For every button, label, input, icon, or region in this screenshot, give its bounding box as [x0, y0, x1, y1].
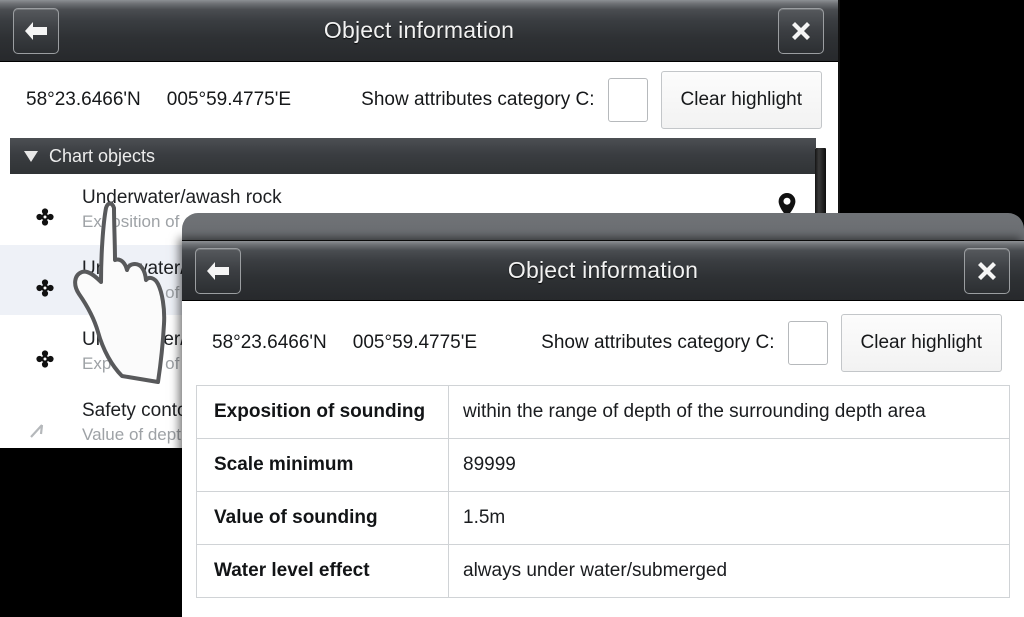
back-window-title: Object information: [323, 17, 515, 43]
list-item-title: Underwater/awash rock: [82, 186, 282, 208]
latitude-value: 58°23.6466'N: [26, 89, 141, 110]
rock-symbol-icon: [8, 262, 82, 298]
close-icon: [788, 18, 814, 44]
triangle-down-icon: [24, 150, 38, 162]
contour-line-icon: [8, 402, 82, 442]
attribute-key: Scale minimum: [197, 439, 449, 491]
close-button[interactable]: [964, 247, 1010, 294]
chart-objects-section-header[interactable]: Chart objects: [10, 138, 816, 174]
rock-symbol-icon: [8, 191, 82, 227]
attribute-key: Exposition of sounding: [197, 386, 449, 438]
show-attributes-group: Show attributes category C: Clear highli…: [361, 71, 822, 129]
back-window-info-row: 58°23.6466'N 005°59.4775'E Show attribut…: [0, 62, 838, 138]
close-button[interactable]: [778, 7, 824, 54]
coordinates-group: 58°23.6466'N 005°59.4775'E: [26, 89, 291, 111]
back-button[interactable]: [195, 247, 241, 294]
longitude-value: 005°59.4775'E: [166, 89, 292, 110]
clear-highlight-button[interactable]: Clear highlight: [660, 71, 822, 129]
close-icon: [974, 258, 1000, 284]
attribute-value: within the range of depth of the surroun…: [463, 401, 926, 422]
longitude-value: 005°59.4775'E: [352, 332, 478, 353]
arrow-left-icon: [204, 259, 232, 283]
rock-symbol-icon: [8, 333, 82, 369]
show-attributes-checkbox[interactable]: [607, 78, 648, 122]
front-object-information-dialog: Object information 58°23.6466'N 005°59.4…: [182, 240, 1024, 617]
front-window-titlebar: Object information: [182, 241, 1024, 301]
table-row: Value of sounding 1.5m: [197, 492, 1009, 545]
show-attributes-label: Show attributes category C:: [541, 332, 775, 353]
front-window-title: Object information: [507, 257, 699, 283]
coordinates-group: 58°23.6466'N 005°59.4775'E: [212, 332, 477, 354]
table-row: Exposition of sounding within the range …: [197, 386, 1009, 439]
clear-highlight-button[interactable]: Clear highlight: [840, 314, 1002, 372]
back-window-titlebar: Object information: [0, 0, 838, 62]
table-row: Scale minimum 89999: [197, 439, 1009, 492]
attribute-key: Water level effect: [197, 545, 449, 597]
show-attributes-label: Show attributes category C:: [361, 89, 595, 110]
chart-objects-section-title: Chart objects: [49, 145, 156, 166]
table-row: Water level effect always under water/su…: [197, 545, 1009, 598]
show-attributes-checkbox[interactable]: [787, 321, 828, 365]
attribute-value: 89999: [463, 454, 516, 475]
front-window-info-row: 58°23.6466'N 005°59.4775'E Show attribut…: [182, 301, 1024, 385]
latitude-value: 58°23.6466'N: [212, 332, 327, 353]
attribute-value: always under water/submerged: [463, 560, 728, 581]
arrow-left-icon: [22, 19, 50, 43]
back-button[interactable]: [13, 7, 59, 54]
attributes-table: Exposition of sounding within the range …: [196, 385, 1010, 598]
attribute-value: 1.5m: [463, 507, 506, 528]
attribute-key: Value of sounding: [197, 492, 449, 544]
show-attributes-group: Show attributes category C: Clear highli…: [541, 314, 1002, 372]
